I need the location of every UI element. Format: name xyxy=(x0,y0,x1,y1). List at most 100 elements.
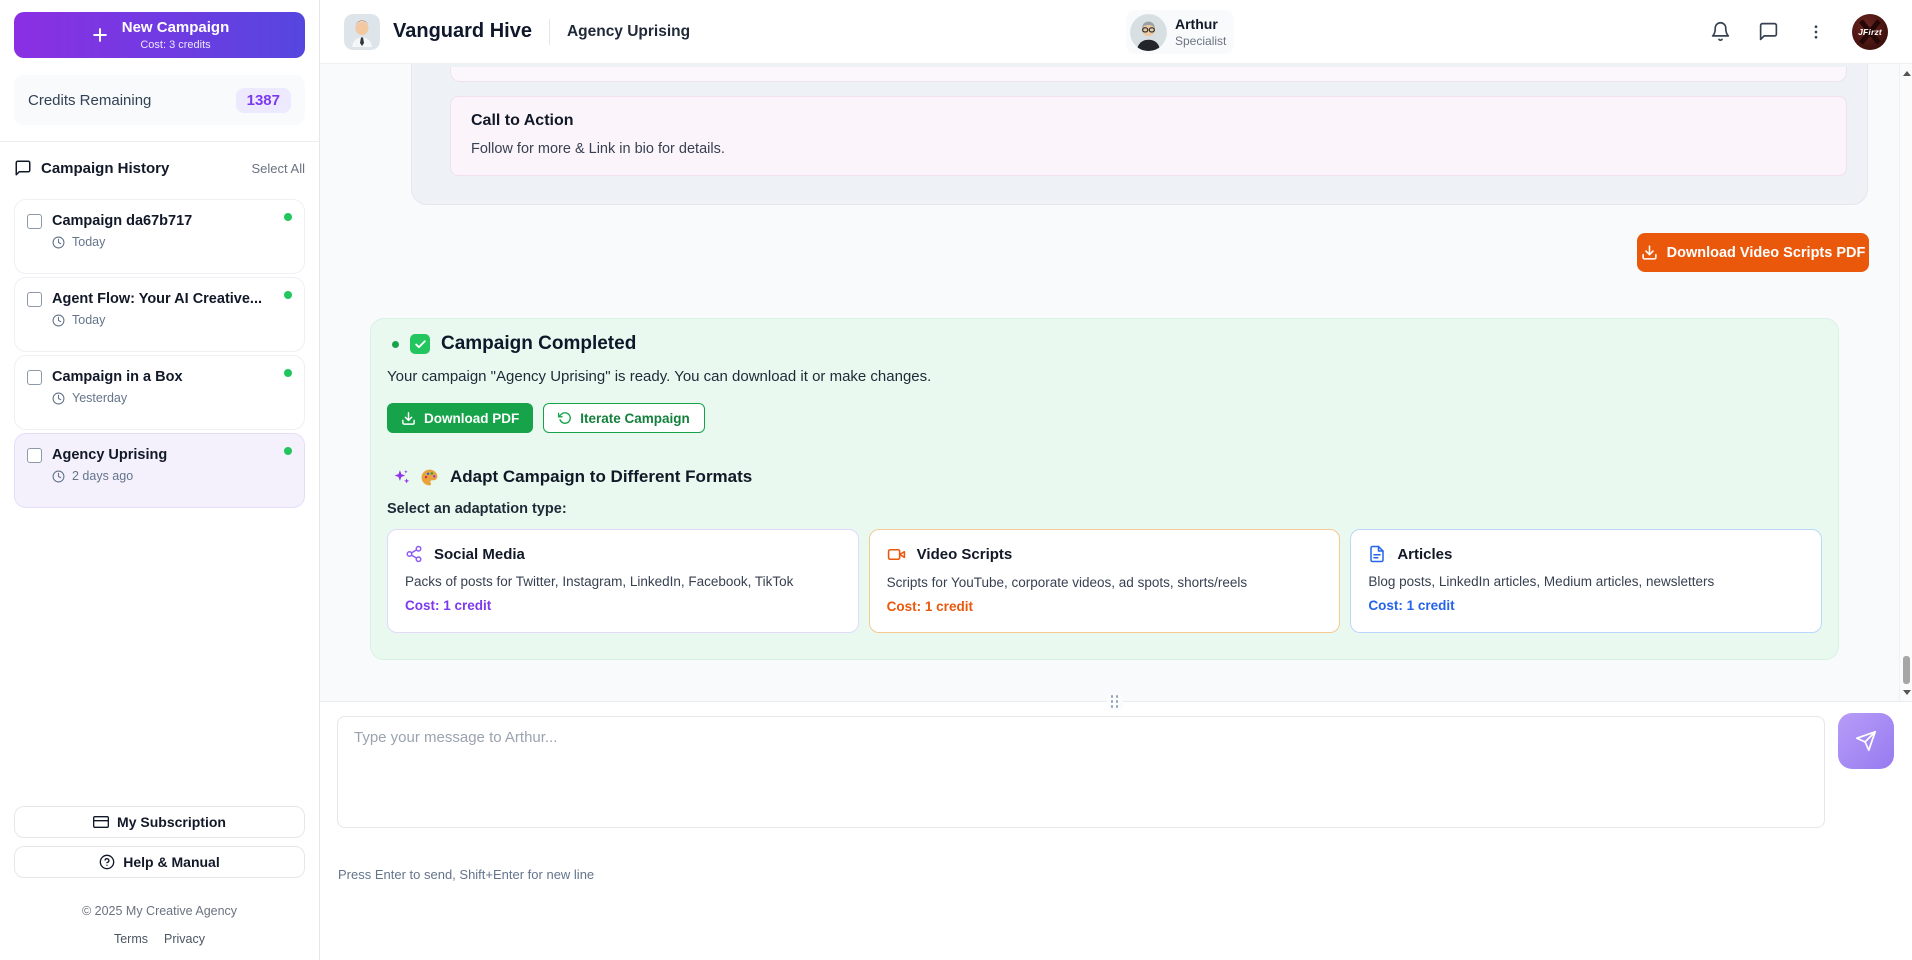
clock-icon xyxy=(52,470,65,482)
main-panel: Vanguard Hive Agency Uprising Arthur Spe… xyxy=(320,0,1912,960)
campaign-checkbox[interactable] xyxy=(27,291,42,307)
status-dot xyxy=(284,291,292,299)
help-manual-button[interactable]: Help & Manual xyxy=(14,846,305,878)
current-campaign-title: Agency Uprising xyxy=(566,22,691,40)
help-manual-label: Help & Manual xyxy=(123,854,220,870)
download-icon xyxy=(402,411,415,425)
message-input[interactable] xyxy=(337,716,1825,828)
status-dot xyxy=(284,447,292,455)
agent-role: Specialist xyxy=(1175,34,1227,48)
campaign-checkbox[interactable] xyxy=(27,369,42,385)
account-logo[interactable]: JFirzt xyxy=(1852,13,1888,50)
clock-icon xyxy=(52,236,65,248)
scroll-down-arrow[interactable] xyxy=(1900,685,1912,699)
adapt-heading: Adapt Campaign to Different Formats xyxy=(387,467,1822,487)
send-button[interactable] xyxy=(1838,713,1894,769)
article-file-icon xyxy=(1370,545,1385,563)
agent-chip[interactable]: Arthur Specialist xyxy=(1126,10,1234,54)
campaign-title: Campaign in a Box xyxy=(52,369,183,385)
campaign-list: Campaign da67b717 Today Agent Flow: Your… xyxy=(14,199,305,508)
campaign-list-item[interactable]: Campaign in a Box Yesterday xyxy=(14,355,305,430)
more-options-button[interactable] xyxy=(1804,20,1828,44)
vertical-scrollbar[interactable] xyxy=(1899,64,1912,701)
green-status-dot xyxy=(392,340,399,348)
campaign-list-item[interactable]: Campaign da67b717 Today xyxy=(14,199,305,274)
assistant-message-bubble: Call to Action Follow for more & Link in… xyxy=(411,64,1868,205)
download-video-scripts-label: Download Video Scripts PDF xyxy=(1666,244,1866,261)
rotate-ccw-icon xyxy=(558,412,572,424)
copyright-text: © 2025 My Creative Agency xyxy=(81,904,238,918)
completed-header: Campaign Completed xyxy=(387,333,1822,355)
credits-value-badge: 1387 xyxy=(235,87,291,113)
download-icon xyxy=(1641,245,1657,260)
scroll-up-arrow[interactable] xyxy=(1900,66,1912,80)
header-divider xyxy=(548,18,550,45)
adaptation-card-video-scripts[interactable]: Video Scripts Scripts for YouTube, corpo… xyxy=(868,529,1341,633)
palette-icon xyxy=(421,469,438,485)
completed-checkbox[interactable] xyxy=(410,334,430,354)
adaptation-card-articles[interactable]: Articles Blog posts, LinkedIn articles, … xyxy=(1350,529,1823,633)
kebab-menu-icon xyxy=(1814,24,1818,39)
my-subscription-button[interactable]: My Subscription xyxy=(14,806,305,838)
top-bar: Vanguard Hive Agency Uprising Arthur Spe… xyxy=(320,0,1912,64)
download-pdf-button[interactable]: Download PDF xyxy=(387,403,534,433)
campaign-date: 2 days ago xyxy=(72,469,134,483)
adaptation-desc: Scripts for YouTube, corporate videos, a… xyxy=(886,575,1248,590)
paper-plane-icon xyxy=(1855,730,1877,752)
top-icon-group: JFirzt xyxy=(1708,13,1888,50)
call-to-action-card: Call to Action Follow for more & Link in… xyxy=(450,96,1847,176)
credit-card-icon xyxy=(93,816,110,828)
campaign-checkbox[interactable] xyxy=(27,447,42,463)
campaign-completed-bubble: Campaign Completed Your campaign "Agency… xyxy=(370,318,1839,660)
my-subscription-label: My Subscription xyxy=(117,814,226,830)
adaptation-title: Video Scripts xyxy=(916,546,1013,563)
chat-bubble-icon xyxy=(15,160,31,176)
privacy-link[interactable]: Privacy xyxy=(164,932,205,946)
plus-icon xyxy=(92,28,107,42)
scrollbar-thumb[interactable] xyxy=(1903,656,1910,684)
campaign-date: Today xyxy=(72,235,106,249)
adaptation-desc: Blog posts, LinkedIn articles, Medium ar… xyxy=(1368,574,1715,589)
campaign-list-item-selected[interactable]: Agency Uprising 2 days ago xyxy=(14,433,305,508)
adaptation-cost: Cost: 1 credit xyxy=(1368,598,1455,613)
new-campaign-button[interactable]: New Campaign Cost: 3 credits xyxy=(14,12,305,58)
completed-actions: Download PDF Iterate Campaign xyxy=(387,403,1822,433)
status-dot xyxy=(284,369,292,377)
app-window: New Campaign Cost: 3 credits Credits Rem… xyxy=(0,0,1912,960)
campaign-title: Campaign da67b717 xyxy=(52,213,193,229)
adaptation-title: Articles xyxy=(1397,545,1453,563)
terms-link[interactable]: Terms xyxy=(114,932,148,946)
agent-name: Arthur xyxy=(1175,16,1218,32)
resize-drag-handle[interactable] xyxy=(1107,694,1123,710)
check-icon xyxy=(414,339,426,348)
download-video-scripts-button[interactable]: Download Video Scripts PDF xyxy=(1637,233,1869,272)
campaign-list-item[interactable]: Agent Flow: Your AI Creative... Today xyxy=(14,277,305,352)
brand-name: Vanguard Hive xyxy=(393,20,532,42)
notifications-button[interactable] xyxy=(1708,20,1732,44)
completed-body: Your campaign "Agency Uprising" is ready… xyxy=(387,368,932,385)
legal-links: Terms Privacy xyxy=(14,932,305,946)
credits-remaining-card: Credits Remaining 1387 xyxy=(14,75,305,125)
select-all-link[interactable]: Select All xyxy=(252,161,305,176)
adaptation-card-social-media[interactable]: Social Media Packs of posts for Twitter,… xyxy=(387,529,859,633)
new-campaign-cost: Cost: 3 credits xyxy=(140,39,211,51)
sidebar-footer: My Subscription Help & Manual © 2025 My … xyxy=(14,798,305,946)
download-pdf-label: Download PDF xyxy=(424,410,520,426)
chat-bubble-icon xyxy=(1759,22,1777,41)
campaign-title: Agent Flow: Your AI Creative... xyxy=(52,291,263,307)
sidebar: New Campaign Cost: 3 credits Credits Rem… xyxy=(0,0,320,960)
campaign-title: Agency Uprising xyxy=(52,447,168,463)
adaptation-cost: Cost: 1 credit xyxy=(405,598,492,613)
composer-hint: Press Enter to send, Shift+Enter for new… xyxy=(338,867,595,882)
cta-card-body: Follow for more & Link in bio for detail… xyxy=(471,141,725,157)
credits-label: Credits Remaining xyxy=(28,91,152,109)
agent-info: Arthur Specialist xyxy=(1175,16,1226,48)
campaign-history-header: Campaign History Select All xyxy=(14,159,305,177)
campaign-history-title: Campaign History xyxy=(41,159,170,177)
iterate-campaign-label: Iterate Campaign xyxy=(580,410,690,426)
iterate-campaign-button[interactable]: Iterate Campaign xyxy=(543,403,705,433)
clock-icon xyxy=(52,392,65,404)
chat-scroll-area[interactable]: Call to Action Follow for more & Link in… xyxy=(320,64,1912,701)
campaign-checkbox[interactable] xyxy=(27,213,42,229)
messages-button[interactable] xyxy=(1756,20,1780,44)
